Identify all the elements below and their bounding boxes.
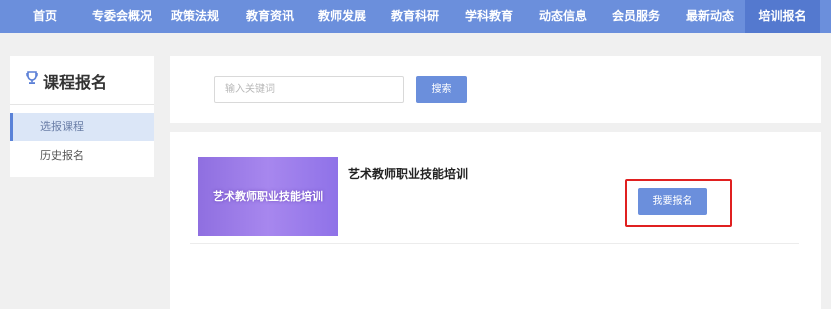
sidebar-title: 课程报名 <box>43 73 108 92</box>
sidebar-header: 课程报名 <box>10 56 154 105</box>
search-button[interactable]: 搜索 <box>416 76 467 103</box>
search-panel: 搜索 <box>170 56 821 123</box>
nav-item-latest-news[interactable]: 最新动态 <box>686 0 734 33</box>
nav-item-member-services[interactable]: 会员服务 <box>612 0 660 33</box>
trophy-icon <box>26 71 38 84</box>
nav-item-dynamic-info[interactable]: 动态信息 <box>539 0 587 33</box>
course-list: 艺术教师职业技能培训 艺术教师职业技能培训 我要报名 <box>170 132 821 309</box>
nav-item-training-registration[interactable]: 培训报名 <box>745 0 820 33</box>
course-title[interactable]: 艺术教师职业技能培训 <box>348 165 468 182</box>
nav-item-education-news[interactable]: 教育资讯 <box>246 0 294 33</box>
nav-item-teacher-development[interactable]: 教师发展 <box>318 0 366 33</box>
nav-item-policies[interactable]: 政策法规 <box>171 0 219 33</box>
search-input[interactable] <box>214 76 404 103</box>
top-navbar: 首页 专委会概况 政策法规 教育资讯 教师发展 教育科研 学科教育 动态信息 会… <box>0 0 831 33</box>
sidebar-item-select-course[interactable]: 选报课程 <box>10 113 154 141</box>
sidebar: 课程报名 选报课程 历史报名 <box>10 56 154 177</box>
nav-item-education-research[interactable]: 教育科研 <box>391 0 439 33</box>
course-thumbnail-text: 艺术教师职业技能培训 <box>213 190 323 203</box>
sidebar-item-history[interactable]: 历史报名 <box>10 142 154 170</box>
enroll-button[interactable]: 我要报名 <box>638 188 707 215</box>
course-thumbnail[interactable]: 艺术教师职业技能培训 <box>198 157 338 236</box>
nav-item-home[interactable]: 首页 <box>33 0 57 33</box>
nav-item-subject-education[interactable]: 学科教育 <box>465 0 513 33</box>
divider <box>190 243 799 244</box>
nav-item-committee-overview[interactable]: 专委会概况 <box>92 0 152 33</box>
